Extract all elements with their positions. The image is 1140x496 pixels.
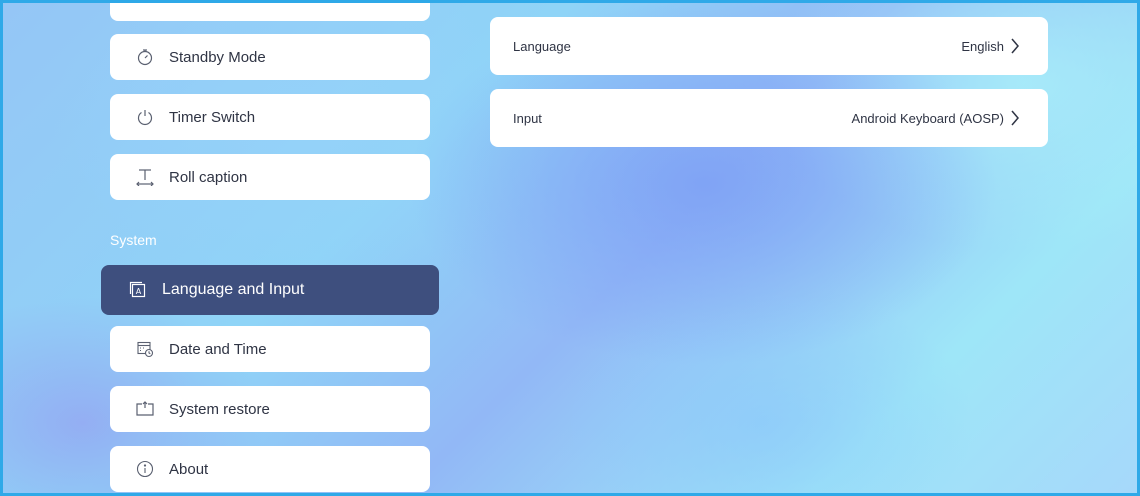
restore-icon	[135, 399, 155, 419]
chevron-right-icon	[1010, 37, 1022, 55]
sidebar-item-partial[interactable]	[110, 3, 430, 21]
power-icon	[135, 107, 155, 127]
sidebar-item-label: Language and Input	[162, 281, 305, 298]
sidebar-item-language-and-input[interactable]: A Language and Input	[101, 265, 439, 315]
sidebar-item-about[interactable]: About	[110, 446, 430, 492]
sidebar-item-label: Timer Switch	[169, 108, 256, 126]
chevron-right-icon	[1010, 109, 1022, 127]
setting-name: Language	[513, 38, 571, 54]
text-scroll-icon	[135, 167, 155, 187]
sidebar-item-roll-caption[interactable]: Roll caption	[110, 154, 430, 200]
sidebar-item-label: Roll caption	[169, 168, 248, 186]
calendar-clock-icon	[135, 339, 155, 359]
language-setting-row[interactable]: Language English	[490, 17, 1048, 75]
info-icon	[135, 459, 155, 479]
setting-value: Android Keyboard (AOSP)	[851, 110, 1004, 126]
sidebar-item-standby-mode[interactable]: Standby Mode	[110, 34, 430, 80]
sidebar-item-label: Standby Mode	[169, 48, 266, 66]
sidebar-item-label: Date and Time	[169, 340, 267, 358]
setting-name: Input	[513, 110, 542, 126]
input-setting-row[interactable]: Input Android Keyboard (AOSP)	[490, 89, 1048, 147]
sidebar-item-label: About	[169, 460, 209, 478]
settings-screen: Standby Mode Timer Switch Roll caption S…	[0, 0, 1140, 496]
svg-text:A: A	[136, 287, 142, 296]
language-icon: A	[128, 280, 148, 300]
sidebar-item-label: System restore	[169, 400, 270, 418]
sidebar-item-timer-switch[interactable]: Timer Switch	[110, 94, 430, 140]
sidebar-item-date-and-time[interactable]: Date and Time	[110, 326, 430, 372]
section-title-system: System	[110, 232, 157, 248]
stopwatch-icon	[135, 47, 155, 67]
sidebar-item-system-restore[interactable]: System restore	[110, 386, 430, 432]
setting-value: English	[961, 38, 1004, 54]
